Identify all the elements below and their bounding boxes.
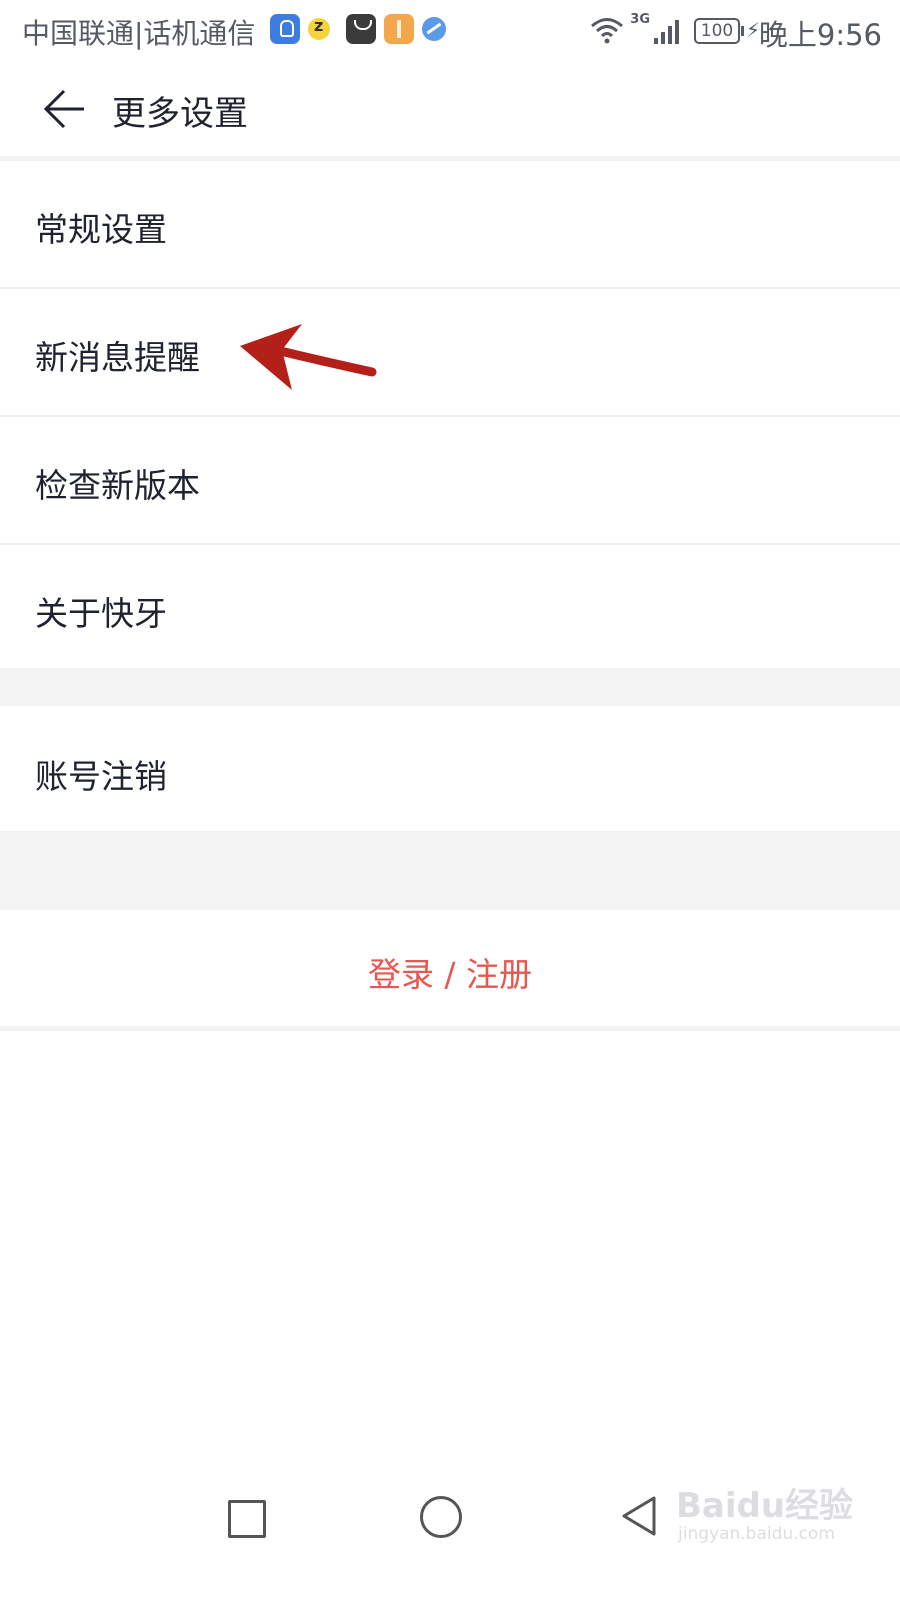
menu-item-check-version[interactable]: 检查新版本 xyxy=(0,417,900,545)
section-gap xyxy=(0,831,900,910)
section-gap xyxy=(0,668,900,706)
home-icon[interactable] xyxy=(420,1496,462,1538)
orange-app-icon xyxy=(384,14,414,44)
login-register-label: 登录 / 注册 xyxy=(367,955,533,994)
clock: 晚上9:56 xyxy=(758,18,882,52)
battery-icon: 100 xyxy=(694,18,744,44)
app-header: 更多设置 xyxy=(0,64,900,156)
watermark-main: Baidu经验 xyxy=(676,1486,854,1526)
page-title: 更多设置 xyxy=(112,94,248,134)
login-register-button[interactable]: 登录 / 注册 xyxy=(0,910,900,1026)
menu-item-about[interactable]: 关于快牙 xyxy=(0,545,900,671)
network-type: 3G xyxy=(630,12,650,27)
status-bar: 中国联通|话机通信 3G 100 ⚡ 晚上9:56 xyxy=(0,0,900,64)
signal-icon xyxy=(652,18,682,44)
recent-apps-icon[interactable] xyxy=(228,1500,266,1538)
system-icons: 3G 100 ⚡ 晚上9:56 xyxy=(542,12,882,52)
menu-item-label: 常规设置 xyxy=(35,210,167,249)
back-arrow-icon[interactable] xyxy=(40,84,90,134)
menu-item-label: 检查新版本 xyxy=(35,466,200,505)
menu-item-general-settings[interactable]: 常规设置 xyxy=(0,161,900,289)
menu-item-label: 关于快牙 xyxy=(35,594,167,633)
login-divider xyxy=(0,1026,900,1031)
wifi-icon xyxy=(591,18,623,44)
watermark-sub: jingyan.baidu.com xyxy=(678,1524,835,1544)
huawei-store-icon xyxy=(346,14,376,44)
lightbulb-icon xyxy=(270,14,300,44)
menu-item-label: 新消息提醒 xyxy=(35,338,200,377)
carrier-name: 中国联通|话机通信 xyxy=(22,17,256,50)
account-cancel-row[interactable]: 账号注销 xyxy=(0,706,900,831)
baidu-watermark: Baidu经验 jingyan.baidu.com xyxy=(676,1478,856,1558)
annotation-arrow-icon xyxy=(240,324,377,390)
nav-back-icon[interactable] xyxy=(618,1494,660,1538)
globe-icon xyxy=(422,17,446,41)
account-cancel-label: 账号注销 xyxy=(35,757,167,796)
yellow-app-icon xyxy=(308,16,330,40)
settings-list: 常规设置 新消息提醒 检查新版本 关于快牙 xyxy=(0,161,900,671)
menu-item-new-message-alert[interactable]: 新消息提醒 xyxy=(0,289,900,417)
